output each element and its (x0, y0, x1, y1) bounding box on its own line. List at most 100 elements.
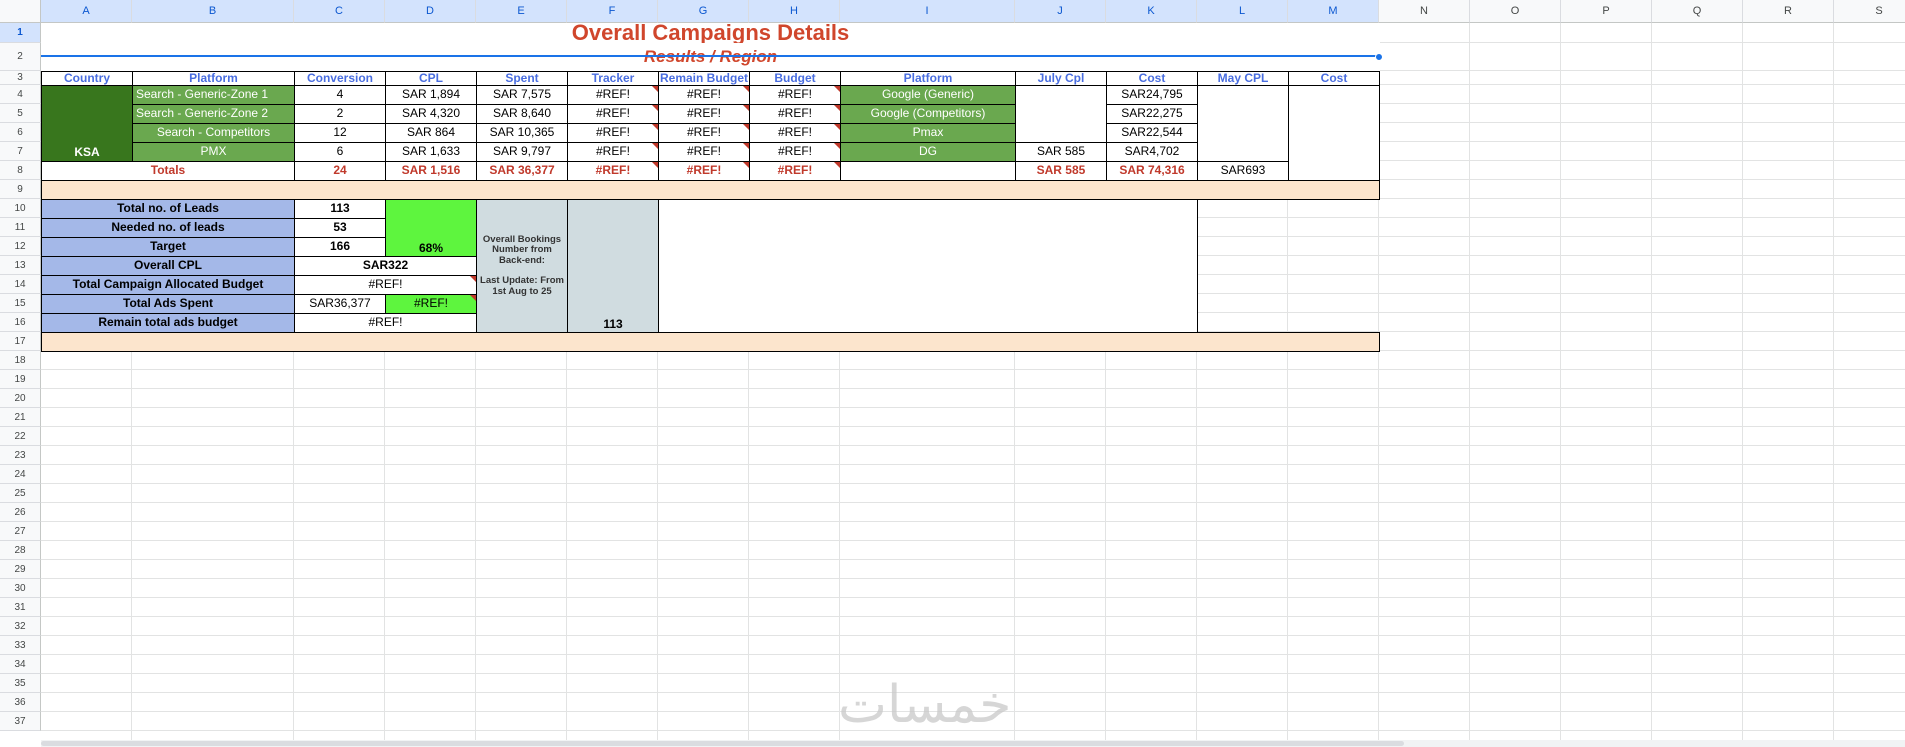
blank-merged-area[interactable] (658, 199, 1198, 333)
column-header-q[interactable]: Q (1652, 0, 1743, 23)
column-header-i[interactable]: I (840, 0, 1015, 23)
row-header-37[interactable]: 37 (0, 712, 41, 731)
row-header-8[interactable]: 8 (0, 161, 41, 180)
column-header-m[interactable]: M (1288, 0, 1379, 23)
tracker-cell[interactable]: #REF! (567, 123, 659, 143)
totals-may-cpl[interactable]: SAR693 (1197, 161, 1289, 181)
tracker-cell[interactable]: #REF! (567, 104, 659, 124)
bookings-note[interactable]: Overall Bookings Number from Back-end: L… (476, 199, 568, 333)
totals-july-cpl[interactable]: SAR 585 (1015, 161, 1107, 181)
target-label[interactable]: Target (41, 237, 295, 257)
conversion-cell[interactable]: 2 (294, 104, 386, 124)
row-header-15[interactable]: 15 (0, 294, 41, 313)
row-header-19[interactable]: 19 (0, 370, 41, 389)
row-header-7[interactable]: 7 (0, 142, 41, 161)
header-cell[interactable]: May CPL (1197, 71, 1289, 86)
column-header-b[interactable]: B (132, 0, 294, 23)
totals-platform2[interactable] (840, 161, 1016, 181)
country-cell[interactable]: KSA (41, 85, 133, 162)
header-cell[interactable]: CPL (385, 71, 477, 86)
totals-cost[interactable]: SAR 74,316 (1106, 161, 1198, 181)
spent-cell[interactable]: SAR 7,575 (476, 85, 568, 105)
ads-spent-ref[interactable]: #REF! (385, 294, 477, 314)
column-header-l[interactable]: L (1197, 0, 1288, 23)
remain-budget-cell[interactable]: #REF! (658, 104, 750, 124)
row-header-4[interactable]: 4 (0, 85, 41, 104)
sheet-subtitle[interactable]: Results / Region (41, 43, 1380, 72)
totals-conversion[interactable]: 24 (294, 161, 386, 181)
select-all-corner[interactable] (0, 0, 41, 23)
ads-spent-value[interactable]: SAR36,377 (294, 294, 386, 314)
july-cpl-cell[interactable]: SAR 585 (1015, 142, 1107, 162)
header-cell[interactable]: July Cpl (1015, 71, 1107, 86)
ads-spent-label[interactable]: Total Ads Spent (41, 294, 295, 314)
budget-cell[interactable]: #REF! (749, 142, 841, 162)
header-cell[interactable]: Platform (840, 71, 1016, 86)
column-header-a[interactable]: A (41, 0, 132, 23)
row-header-16[interactable]: 16 (0, 313, 41, 332)
platform2-cell[interactable]: DG (840, 142, 1016, 162)
selection-fill-handle[interactable] (1375, 53, 1383, 61)
may-cpl-empty[interactable] (1197, 85, 1289, 162)
column-header-k[interactable]: K (1106, 0, 1197, 23)
row-header-13[interactable]: 13 (0, 256, 41, 275)
target-value[interactable]: 166 (294, 237, 386, 257)
totals-remain[interactable]: #REF! (658, 161, 750, 181)
sheet-title[interactable]: Overall Campaigns Details (41, 23, 1380, 44)
tracker-cell[interactable]: #REF! (567, 85, 659, 105)
platform2-cell[interactable]: Google (Competitors) (840, 104, 1016, 124)
tracker-cell[interactable]: #REF! (567, 142, 659, 162)
conversion-cell[interactable]: 4 (294, 85, 386, 105)
spent-cell[interactable]: SAR 9,797 (476, 142, 568, 162)
totals-cpl[interactable]: SAR 1,516 (385, 161, 477, 181)
row-header-29[interactable]: 29 (0, 560, 41, 579)
remain-budget-cell[interactable]: #REF! (658, 123, 750, 143)
header-cell[interactable]: Cost (1288, 71, 1380, 86)
row-header-30[interactable]: 30 (0, 579, 41, 598)
header-cell[interactable]: Cost (1106, 71, 1198, 86)
column-header-f[interactable]: F (567, 0, 658, 23)
cost-cell[interactable]: SAR4,702 (1106, 142, 1198, 162)
column-header-c[interactable]: C (294, 0, 385, 23)
row-header-5[interactable]: 5 (0, 104, 41, 123)
row-header-11[interactable]: 11 (0, 218, 41, 237)
row-header-22[interactable]: 22 (0, 427, 41, 446)
row-header-31[interactable]: 31 (0, 598, 41, 617)
platform-cell[interactable]: Search - Competitors (132, 123, 295, 143)
budget-cell[interactable]: #REF! (749, 85, 841, 105)
row-header-6[interactable]: 6 (0, 123, 41, 142)
header-cell[interactable]: Remain Budget (658, 71, 750, 86)
conversion-cell[interactable]: 6 (294, 142, 386, 162)
needed-leads-label[interactable]: Needed no. of leads (41, 218, 295, 238)
needed-leads-value[interactable]: 53 (294, 218, 386, 238)
row-header-33[interactable]: 33 (0, 636, 41, 655)
column-header-j[interactable]: J (1015, 0, 1106, 23)
row-header-10[interactable]: 10 (0, 199, 41, 218)
horizontal-scrollbar-thumb[interactable] (41, 741, 1404, 746)
header-cell[interactable]: Country (41, 71, 133, 86)
column-header-g[interactable]: G (658, 0, 749, 23)
cost-cell[interactable]: SAR24,795 (1106, 85, 1198, 105)
spacer-row-bottom[interactable] (41, 332, 1380, 352)
column-header-o[interactable]: O (1470, 0, 1561, 23)
spacer-row[interactable] (41, 180, 1380, 200)
row-header-14[interactable]: 14 (0, 275, 41, 294)
platform-cell[interactable]: PMX (132, 142, 295, 162)
totals-tracker[interactable]: #REF! (567, 161, 659, 181)
platform2-cell[interactable]: Pmax (840, 123, 1016, 143)
header-cell[interactable]: Tracker (567, 71, 659, 86)
row-header-35[interactable]: 35 (0, 674, 41, 693)
cost-cell[interactable]: SAR22,544 (1106, 123, 1198, 143)
column-header-r[interactable]: R (1743, 0, 1834, 23)
platform-cell[interactable]: Search - Generic-Zone 1 (132, 85, 295, 105)
column-header-h[interactable]: H (749, 0, 840, 23)
platform2-cell[interactable]: Google (Generic) (840, 85, 1016, 105)
column-header-s[interactable]: S (1834, 0, 1905, 23)
row-header-26[interactable]: 26 (0, 503, 41, 522)
row-header-28[interactable]: 28 (0, 541, 41, 560)
target-percent[interactable]: 68% (385, 199, 477, 257)
spreadsheet-grid[interactable]: A B C D E F G H I J K L M N O P Q R S 1 2 3 4 5 6 7 8 9 10 11 12 13 14 15… (0, 0, 1905, 747)
row-header-3[interactable]: 3 (0, 71, 41, 85)
header-cell[interactable]: Conversion (294, 71, 386, 86)
total-leads-value[interactable]: 113 (294, 199, 386, 219)
